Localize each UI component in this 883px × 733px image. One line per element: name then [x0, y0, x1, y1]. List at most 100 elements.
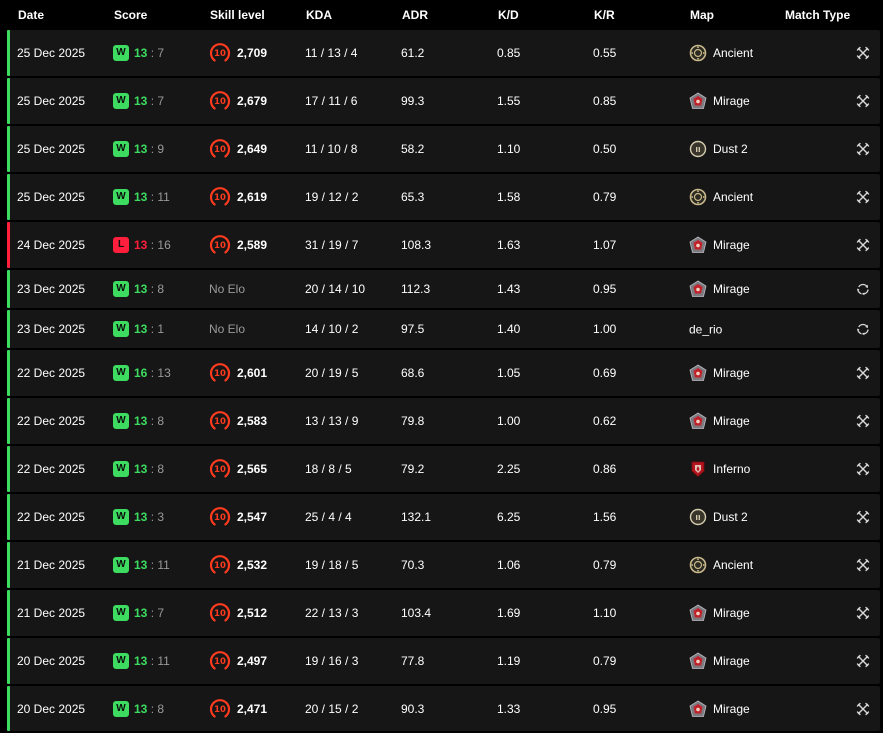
result-badge: W	[113, 189, 129, 205]
svg-text:II: II	[695, 514, 700, 522]
score-opponent: 11	[157, 654, 170, 668]
crossed-swords-icon[interactable]	[856, 414, 870, 428]
score-opponent: 13	[157, 366, 171, 380]
kda-value: 19 / 12 / 2	[305, 190, 359, 204]
table-row[interactable]: 24 Dec 2025 L 13 : 16 10 2,589 31 / 19 / 7 108…	[7, 222, 880, 268]
kda-value: 25 / 4 / 4	[305, 510, 352, 524]
column-header-score[interactable]: Score	[114, 8, 147, 22]
score-separator: :	[150, 606, 155, 620]
match-score: W 13 : 11	[113, 189, 170, 205]
score-opponent: 11	[157, 558, 170, 572]
svg-text:II: II	[695, 146, 700, 154]
elo-value: 2,512	[237, 606, 268, 620]
column-header-kd[interactable]: K/D	[498, 8, 519, 22]
table-row[interactable]: 25 Dec 2025 W 13 : 7 10 2,679 17 / 11 / 6 99.3…	[7, 78, 880, 124]
score-own: 13	[134, 142, 148, 156]
crossed-swords-icon[interactable]	[856, 142, 870, 156]
kd-value: 1.00	[497, 414, 521, 428]
elo-value: 2,547	[237, 510, 268, 524]
map-name: Mirage	[713, 606, 750, 620]
crossed-swords-icon[interactable]	[856, 238, 870, 252]
map-cell: Inferno	[689, 460, 750, 478]
result-indicator-bar	[7, 638, 10, 684]
kr-value: 0.62	[593, 414, 617, 428]
table-row[interactable]: 22 Dec 2025 W 16 : 13 10 2,601 20 / 19 / 5 68.…	[7, 350, 880, 396]
kd-value: 2.25	[497, 462, 521, 476]
mirage-map-icon	[689, 652, 707, 670]
table-row[interactable]: 20 Dec 2025 W 13 : 11 10 2,497 19 / 16 / 3 77.…	[7, 638, 880, 684]
kd-value: 1.33	[497, 701, 521, 716]
elo-value: 2,679	[237, 94, 268, 108]
table-row[interactable]: 23 Dec 2025 W 13 : 1 No Elo 14 / 10 / 2 97.5 1…	[7, 310, 880, 348]
score-separator: :	[150, 462, 155, 476]
match-date: 20 Dec 2025	[17, 654, 86, 668]
column-header-kda[interactable]: KDA	[306, 8, 332, 22]
crossed-swords-icon[interactable]	[856, 366, 870, 380]
result-indicator-bar	[7, 126, 10, 172]
crossed-swords-icon[interactable]	[856, 46, 870, 60]
skill-level-icon: 10	[209, 603, 231, 622]
map-name: Dust 2	[713, 510, 748, 524]
svg-text:10: 10	[214, 241, 226, 251]
column-header-adr[interactable]: ADR	[402, 8, 428, 22]
crossed-swords-icon[interactable]	[856, 702, 870, 716]
table-row[interactable]: 20 Dec 2025 W 13 : 8 10 2,471 20 / 15 / 2 90.3…	[7, 686, 880, 731]
mirage-map-icon	[689, 92, 707, 110]
result-badge: L	[113, 237, 129, 253]
map-name: Ancient	[713, 558, 754, 572]
score-own: 13	[134, 654, 148, 668]
column-header-match-type[interactable]: Match Type	[785, 8, 850, 22]
table-row[interactable]: 21 Dec 2025 W 13 : 11 10 2,532 19 / 18 / 5 70.…	[7, 542, 880, 588]
map-cell: Ancient	[689, 556, 753, 574]
kda-value: 18 / 8 / 5	[305, 462, 352, 476]
result-badge: W	[113, 605, 129, 621]
kd-value: 1.10	[497, 142, 521, 156]
map-cell: Mirage	[689, 604, 750, 622]
table-header: Date Score Skill level KDA ADR K/D K/R M…	[0, 0, 883, 30]
skill-level-icon: 10	[209, 235, 231, 254]
map-cell: Mirage	[689, 236, 750, 254]
match-score: W 13 : 11	[113, 557, 170, 573]
circle-arrows-icon[interactable]	[856, 322, 870, 336]
crossed-swords-icon[interactable]	[856, 654, 870, 668]
mirage-map-icon	[689, 700, 707, 718]
table-row[interactable]: 22 Dec 2025 W 13 : 8 10 2,583 13 / 13 / 9 79.8…	[7, 398, 880, 444]
column-header-date[interactable]: Date	[18, 8, 44, 22]
kda-value: 13 / 13 / 9	[305, 414, 359, 428]
crossed-swords-icon[interactable]	[856, 558, 870, 572]
match-score: L 13 : 16	[113, 237, 171, 253]
result-indicator-bar	[7, 174, 10, 220]
table-row[interactable]: 25 Dec 2025 W 13 : 11 10 2,619 19 / 12 / 2 65.…	[7, 174, 880, 220]
table-row[interactable]: 22 Dec 2025 W 13 : 8 10 2,565 18 / 8 / 5 79.2 2…	[7, 446, 880, 492]
mirage-map-icon	[689, 236, 707, 254]
skill-level-icon: 10	[209, 555, 231, 574]
elo-value: 2,619	[237, 190, 268, 204]
score-separator: :	[150, 701, 155, 716]
column-header-kr[interactable]: K/R	[594, 8, 615, 22]
svg-text:10: 10	[214, 49, 226, 59]
adr-value: 77.8	[401, 654, 425, 668]
column-header-map[interactable]: Map	[690, 8, 714, 22]
crossed-swords-icon[interactable]	[856, 190, 870, 204]
match-score: W 13 : 7	[113, 45, 164, 61]
crossed-swords-icon[interactable]	[856, 94, 870, 108]
match-history-table: Date Score Skill level KDA ADR K/D K/R M…	[0, 0, 883, 733]
ancient-map-icon	[689, 44, 707, 62]
column-header-skill-level[interactable]: Skill level	[210, 8, 265, 22]
table-row[interactable]: 25 Dec 2025 W 13 : 7 10 2,709 11 / 13 / 4 61.2…	[7, 30, 880, 76]
table-row[interactable]: 22 Dec 2025 W 13 : 3 10 2,547 25 / 4 / 4 132.1…	[7, 494, 880, 540]
crossed-swords-icon[interactable]	[856, 462, 870, 476]
table-row[interactable]: 25 Dec 2025 W 13 : 9 10 2,649 11 / 10 / 8 58.2…	[7, 126, 880, 172]
table-row[interactable]: 21 Dec 2025 W 13 : 7 10 2,512 22 / 13 / 3 103.…	[7, 590, 880, 636]
crossed-swords-icon[interactable]	[856, 606, 870, 620]
skill-level-icon: 10	[209, 459, 231, 478]
skill-level: 10 2,709	[209, 42, 267, 64]
table-row[interactable]: 23 Dec 2025 W 13 : 8 No Elo 20 / 14 / 10 112.…	[7, 270, 880, 308]
kr-value: 1.00	[593, 322, 617, 336]
circle-arrows-icon[interactable]	[856, 282, 870, 296]
match-score: W 13 : 8	[113, 413, 164, 429]
elo-value: 2,565	[237, 462, 268, 476]
crossed-swords-icon[interactable]	[856, 510, 870, 524]
match-date: 25 Dec 2025	[17, 142, 86, 156]
score-own: 13	[134, 190, 148, 204]
